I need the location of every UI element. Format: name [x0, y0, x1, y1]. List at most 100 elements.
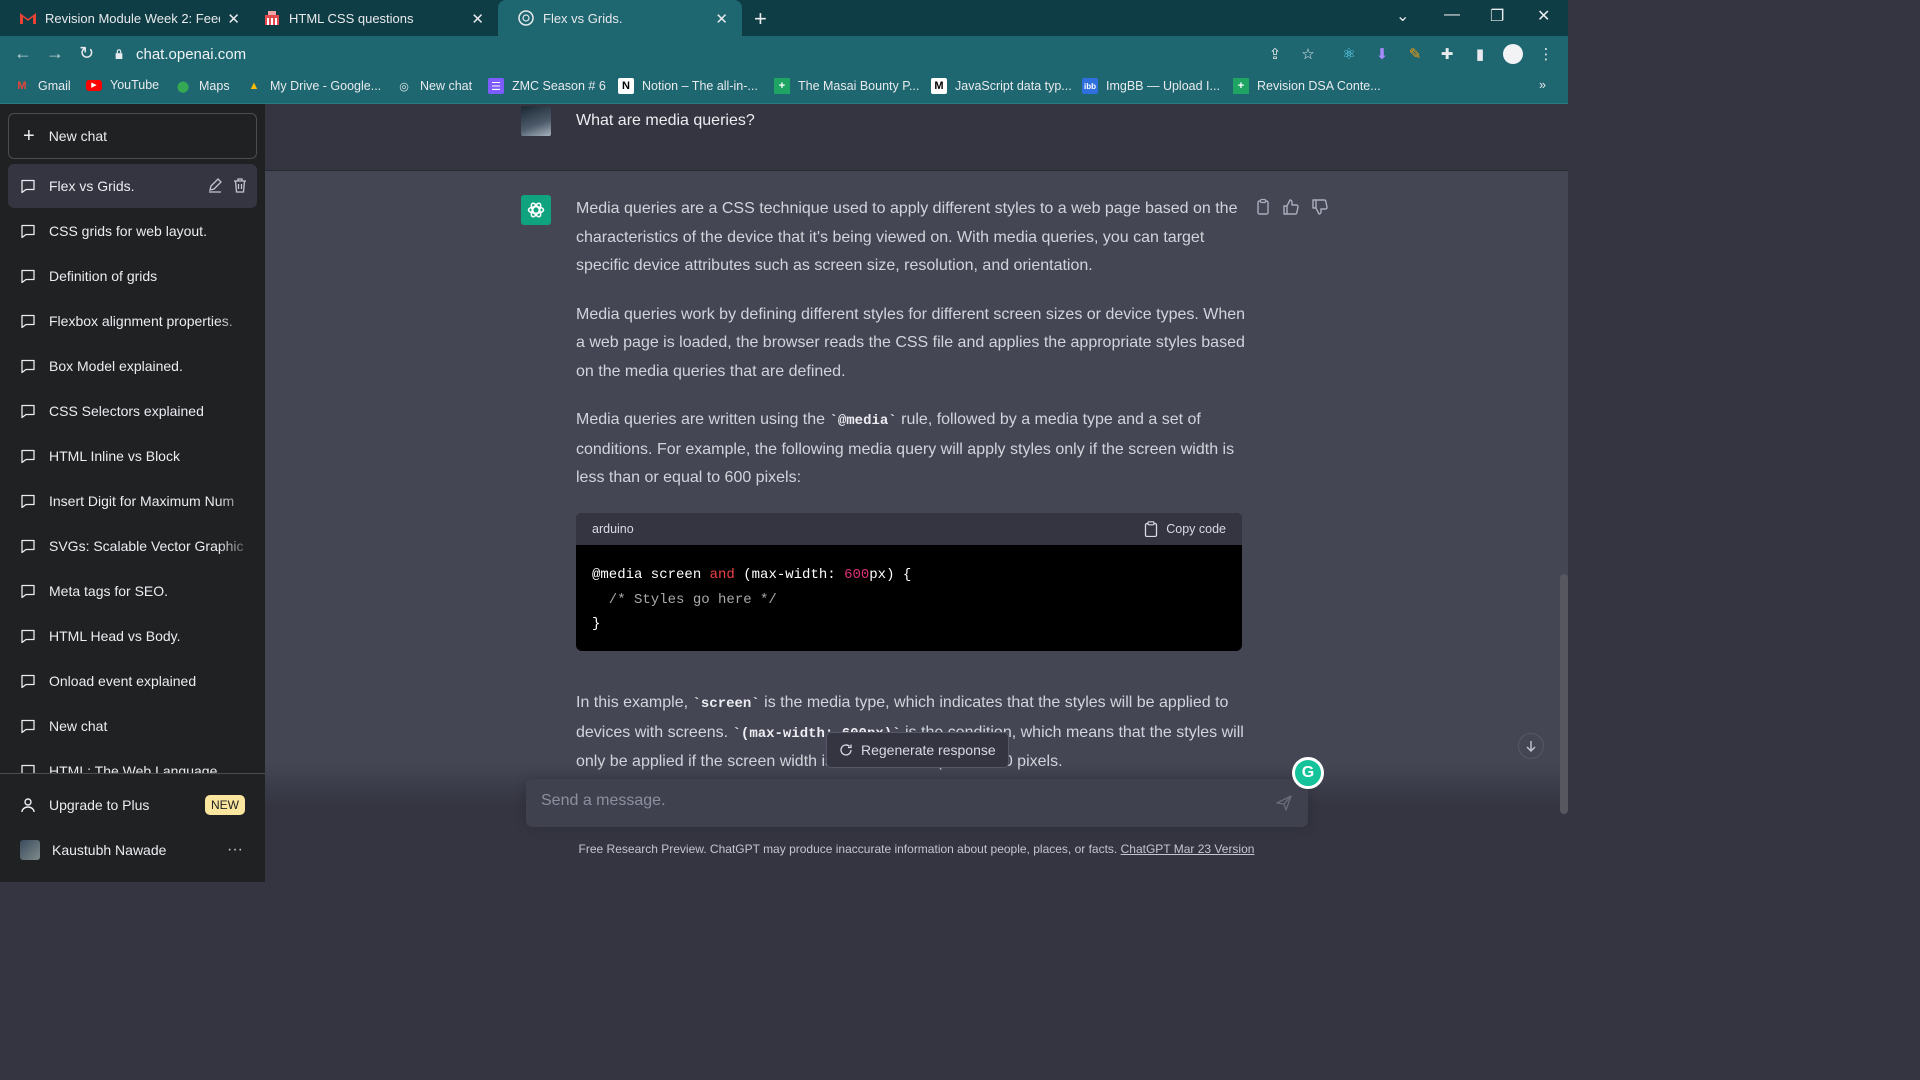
conversation-title: Insert Digit for Maximum Num: [49, 493, 235, 509]
code-token: @media screen: [592, 567, 710, 583]
scrollbar[interactable]: [1560, 574, 1568, 814]
code-keyword: and: [709, 567, 735, 583]
text-fade: [217, 389, 257, 433]
browser-tab-active[interactable]: Flex vs Grids. ✕: [498, 0, 742, 36]
trash-icon[interactable]: [232, 177, 248, 193]
bookmark-new-chat[interactable]: ◎ New chat: [396, 78, 472, 94]
bookmark-drive[interactable]: ▲ My Drive - Google...: [246, 78, 382, 94]
browser-toolbar: ← → ↻ chat.openai.com ⇪ ☆ ⚛ ⬇ ✎ ✚ ▮ ⋮: [0, 36, 1568, 72]
bookmark-masai-bounty[interactable]: + The Masai Bounty P...: [774, 78, 919, 94]
conversation-item[interactable]: SVGs: Scalable Vector Graphic: [8, 524, 257, 568]
plus-icon: +: [23, 124, 35, 147]
bookmark-maps[interactable]: ⬤ Maps: [175, 78, 230, 94]
chat-bubble-icon: [21, 449, 35, 464]
thumbs-up-icon[interactable]: [1282, 198, 1300, 216]
assistant-answer: Media queries are a CSS technique used t…: [576, 195, 1246, 513]
code-block-header: arduino Copy code: [576, 513, 1242, 545]
more-bookmarks-icon[interactable]: »: [1539, 78, 1546, 92]
side-panel-icon[interactable]: ▮: [1471, 45, 1489, 63]
browser-menu-icon[interactable]: ⋮: [1537, 45, 1555, 63]
close-tab-icon[interactable]: ✕: [715, 10, 728, 28]
send-icon[interactable]: [1276, 795, 1292, 811]
code-block: arduino Copy code @media screen and (max…: [576, 513, 1242, 651]
grammarly-icon[interactable]: G: [1292, 757, 1324, 789]
share-icon[interactable]: ⇪: [1266, 45, 1284, 63]
copy-clipboard-icon[interactable]: [1254, 198, 1272, 216]
chat-bubble-icon: [21, 359, 35, 374]
chat-bubble-icon: [21, 629, 35, 644]
conversation-item[interactable]: Flexbox alignment properties.: [8, 299, 257, 343]
more-options-icon[interactable]: ···: [227, 841, 243, 859]
bookmark-label: JavaScript data typ...: [955, 79, 1072, 93]
regenerate-response-button[interactable]: Regenerate response: [826, 732, 1009, 768]
sidebar: + New chat Flex vs Grids. CSS grids for w…: [0, 104, 265, 882]
new-tab-button[interactable]: +: [754, 6, 767, 32]
address-bar[interactable]: chat.openai.com: [114, 41, 1334, 67]
restore-window-icon[interactable]: ❐: [1490, 6, 1504, 26]
bookmark-youtube[interactable]: ▶ YouTube: [86, 78, 159, 92]
scroll-to-bottom-button[interactable]: [1518, 733, 1544, 759]
close-window-icon[interactable]: ✕: [1537, 6, 1550, 26]
browser-tab[interactable]: HTML CSS questions ✕: [244, 0, 498, 36]
message-input[interactable]: [541, 792, 1241, 810]
extensions-puzzle-icon[interactable]: ✚: [1438, 45, 1456, 63]
tab-title: Flex vs Grids.: [543, 10, 623, 26]
chat-bubble-icon: [21, 224, 35, 239]
upgrade-to-plus-button[interactable]: Upgrade to Plus NEW: [8, 783, 257, 827]
conversation-title: Meta tags for SEO.: [49, 583, 169, 599]
thumbs-down-icon[interactable]: [1311, 198, 1329, 216]
user-menu-button[interactable]: Kaustubh Nawade ···: [8, 828, 257, 872]
conversation-item[interactable]: CSS grids for web layout.: [8, 209, 257, 253]
conversation-item[interactable]: HTML Inline vs Block: [8, 434, 257, 478]
close-tab-icon[interactable]: ✕: [471, 10, 484, 28]
conversation-item[interactable]: Insert Digit for Maximum Num: [8, 479, 257, 523]
chat-bubble-icon: [21, 584, 35, 599]
browser-tab[interactable]: Revision Module Week 2: Feedba ✕: [0, 0, 254, 36]
conversation-item[interactable]: Onload event explained: [8, 659, 257, 703]
conversation-item[interactable]: New chat: [8, 704, 257, 748]
text-fade: [217, 434, 257, 478]
bookmark-gmail[interactable]: M Gmail: [14, 78, 70, 94]
conversation-item-active[interactable]: Flex vs Grids.: [8, 164, 257, 208]
bookmark-notion[interactable]: N Notion – The all-in-...: [618, 78, 758, 94]
green-plus-icon: +: [1233, 78, 1249, 94]
conversation-title: CSS grids for web layout.: [49, 223, 207, 239]
conversation-title: Flexbox alignment properties.: [49, 313, 233, 329]
conversation-item[interactable]: Definition of grids: [8, 254, 257, 298]
text-fade: [217, 479, 257, 523]
download-extension-icon[interactable]: ⬇: [1373, 45, 1391, 63]
new-chat-button[interactable]: + New chat: [8, 113, 257, 159]
version-link[interactable]: ChatGPT Mar 23 Version: [1121, 842, 1255, 856]
bookmark-star-icon[interactable]: ☆: [1299, 45, 1317, 63]
pen-extension-icon[interactable]: ✎: [1406, 45, 1424, 63]
conversation-item[interactable]: CSS Selectors explained: [8, 389, 257, 433]
forward-icon[interactable]: →: [46, 43, 64, 64]
bookmark-zmc[interactable]: ☰ ZMC Season # 6: [488, 78, 606, 94]
footer-disclaimer: Free Research Preview. ChatGPT may produ…: [265, 842, 1568, 856]
chat-bubble-icon: [21, 539, 35, 554]
edit-pencil-icon[interactable]: [207, 177, 223, 193]
reload-icon[interactable]: ↻: [79, 43, 94, 64]
bookmark-label: My Drive - Google...: [270, 79, 382, 93]
close-tab-icon[interactable]: ✕: [227, 10, 240, 28]
medium-icon: M: [931, 78, 947, 94]
url-text: chat.openai.com: [136, 45, 247, 63]
back-icon[interactable]: ←: [14, 43, 32, 64]
tab-search-icon[interactable]: ⌄: [1396, 6, 1409, 26]
user-message: What are media queries?: [265, 104, 1568, 171]
conversation-title: Definition of grids: [49, 268, 158, 284]
conversation-item[interactable]: Box Model explained.: [8, 344, 257, 388]
clipboard-icon: [1145, 521, 1158, 537]
conversation-item[interactable]: HTML Head vs Body.: [8, 614, 257, 658]
react-devtools-icon[interactable]: ⚛: [1340, 45, 1358, 63]
profile-avatar-icon[interactable]: [1503, 44, 1523, 64]
conversation-title: HTML Head vs Body.: [49, 628, 181, 644]
conversation-item[interactable]: Meta tags for SEO.: [8, 569, 257, 613]
minimize-window-icon[interactable]: —: [1444, 6, 1460, 24]
user-icon: [21, 798, 35, 813]
bookmark-javascript[interactable]: M JavaScript data typ...: [931, 78, 1072, 94]
conversation-title: Box Model explained.: [49, 358, 183, 374]
bookmark-revision-dsa[interactable]: + Revision DSA Conte...: [1233, 78, 1381, 94]
copy-code-button[interactable]: Copy code: [1144, 521, 1226, 537]
bookmark-imgbb[interactable]: ibb ImgBB — Upload I...: [1082, 78, 1220, 94]
